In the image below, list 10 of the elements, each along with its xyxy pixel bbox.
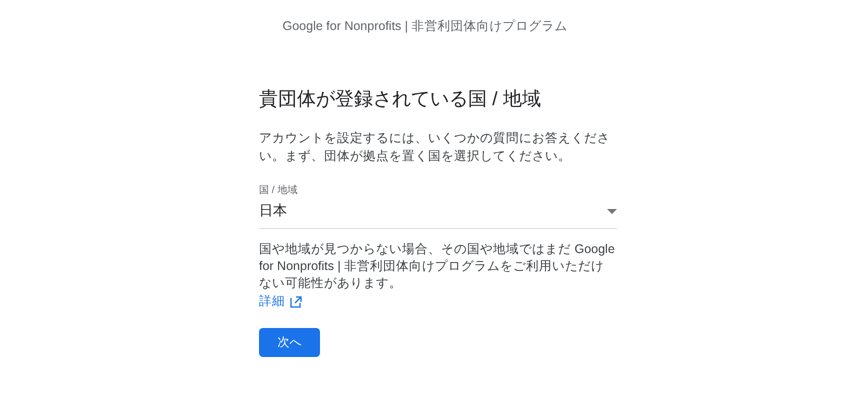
external-link-icon <box>290 296 302 308</box>
dropdown-arrow-icon <box>607 208 617 214</box>
page-heading: 貴団体が登録されている国 / 地域 <box>259 88 542 112</box>
next-button[interactable]: 次へ <box>259 328 320 357</box>
details-link[interactable]: 詳細 <box>259 293 302 310</box>
site-title: Google for Nonprofits | 非営利団体向けプログラム <box>282 19 568 33</box>
country-dropdown[interactable]: 日本 <box>259 198 617 229</box>
field-label: 国 / 地域 <box>259 184 298 197</box>
intro-text: アカウントを設定するには、いくつかの質問にお答えください。まず、団体が拠点を置く国を選択してください。 <box>259 130 611 165</box>
note-text: 国や地域が見つからない場合、その国や地域ではまだ Google for Nonprofits | 非営利団体向けプログラムをご利用いただけない可能性があります。 <box>259 241 616 292</box>
